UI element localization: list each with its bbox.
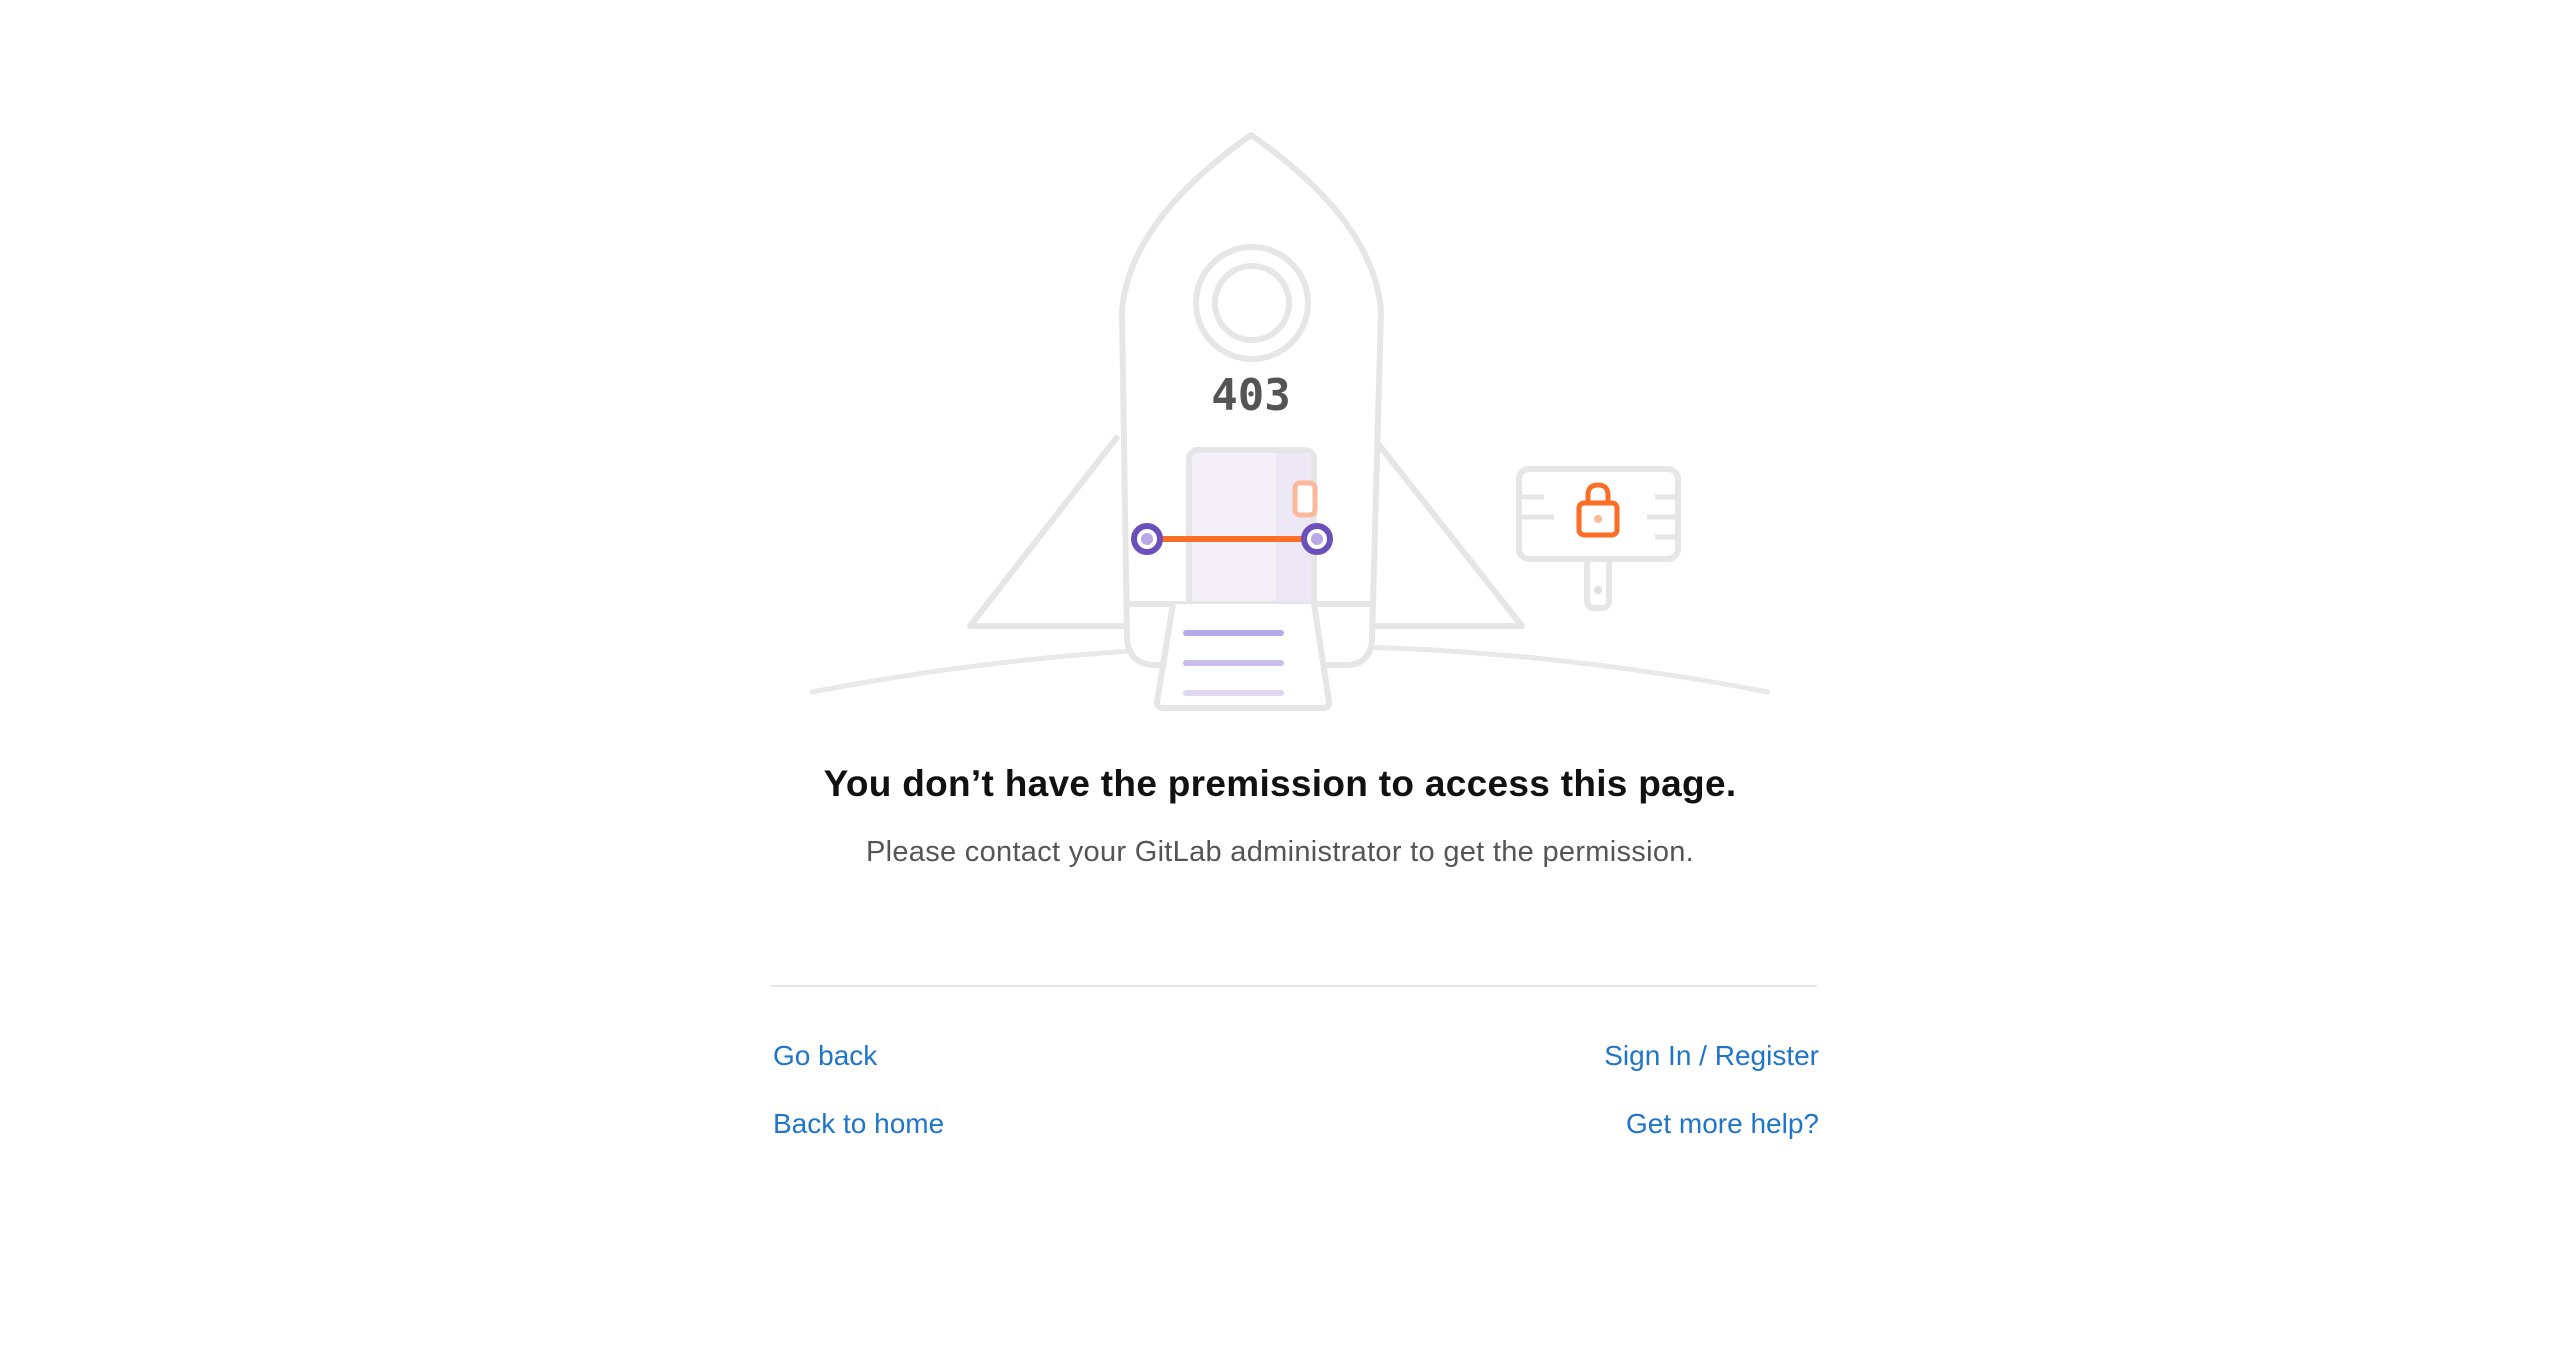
sign-in-register-link[interactable]: Sign In / Register [1604,1040,1819,1072]
get-more-help-link[interactable]: Get more help? [1626,1108,1819,1140]
rocket-left-fin [967,434,1140,629]
page-title: You don’t have the premission to access … [823,763,1737,804]
error-page: 403 You don’t have the premission to acc… [0,0,2560,1360]
orange-indicator [1292,480,1318,518]
lock-sign [1516,466,1681,611]
error-code: 403 [1211,370,1290,421]
back-to-home-link[interactable]: Back to home [773,1108,944,1140]
go-back-link[interactable]: Go back [773,1040,877,1072]
page-subtitle: Please contact your GitLab administrator… [865,836,1695,868]
porthole-inner [1212,263,1292,343]
divider [771,985,1817,987]
rocket-illustration: 403 [800,120,1780,720]
